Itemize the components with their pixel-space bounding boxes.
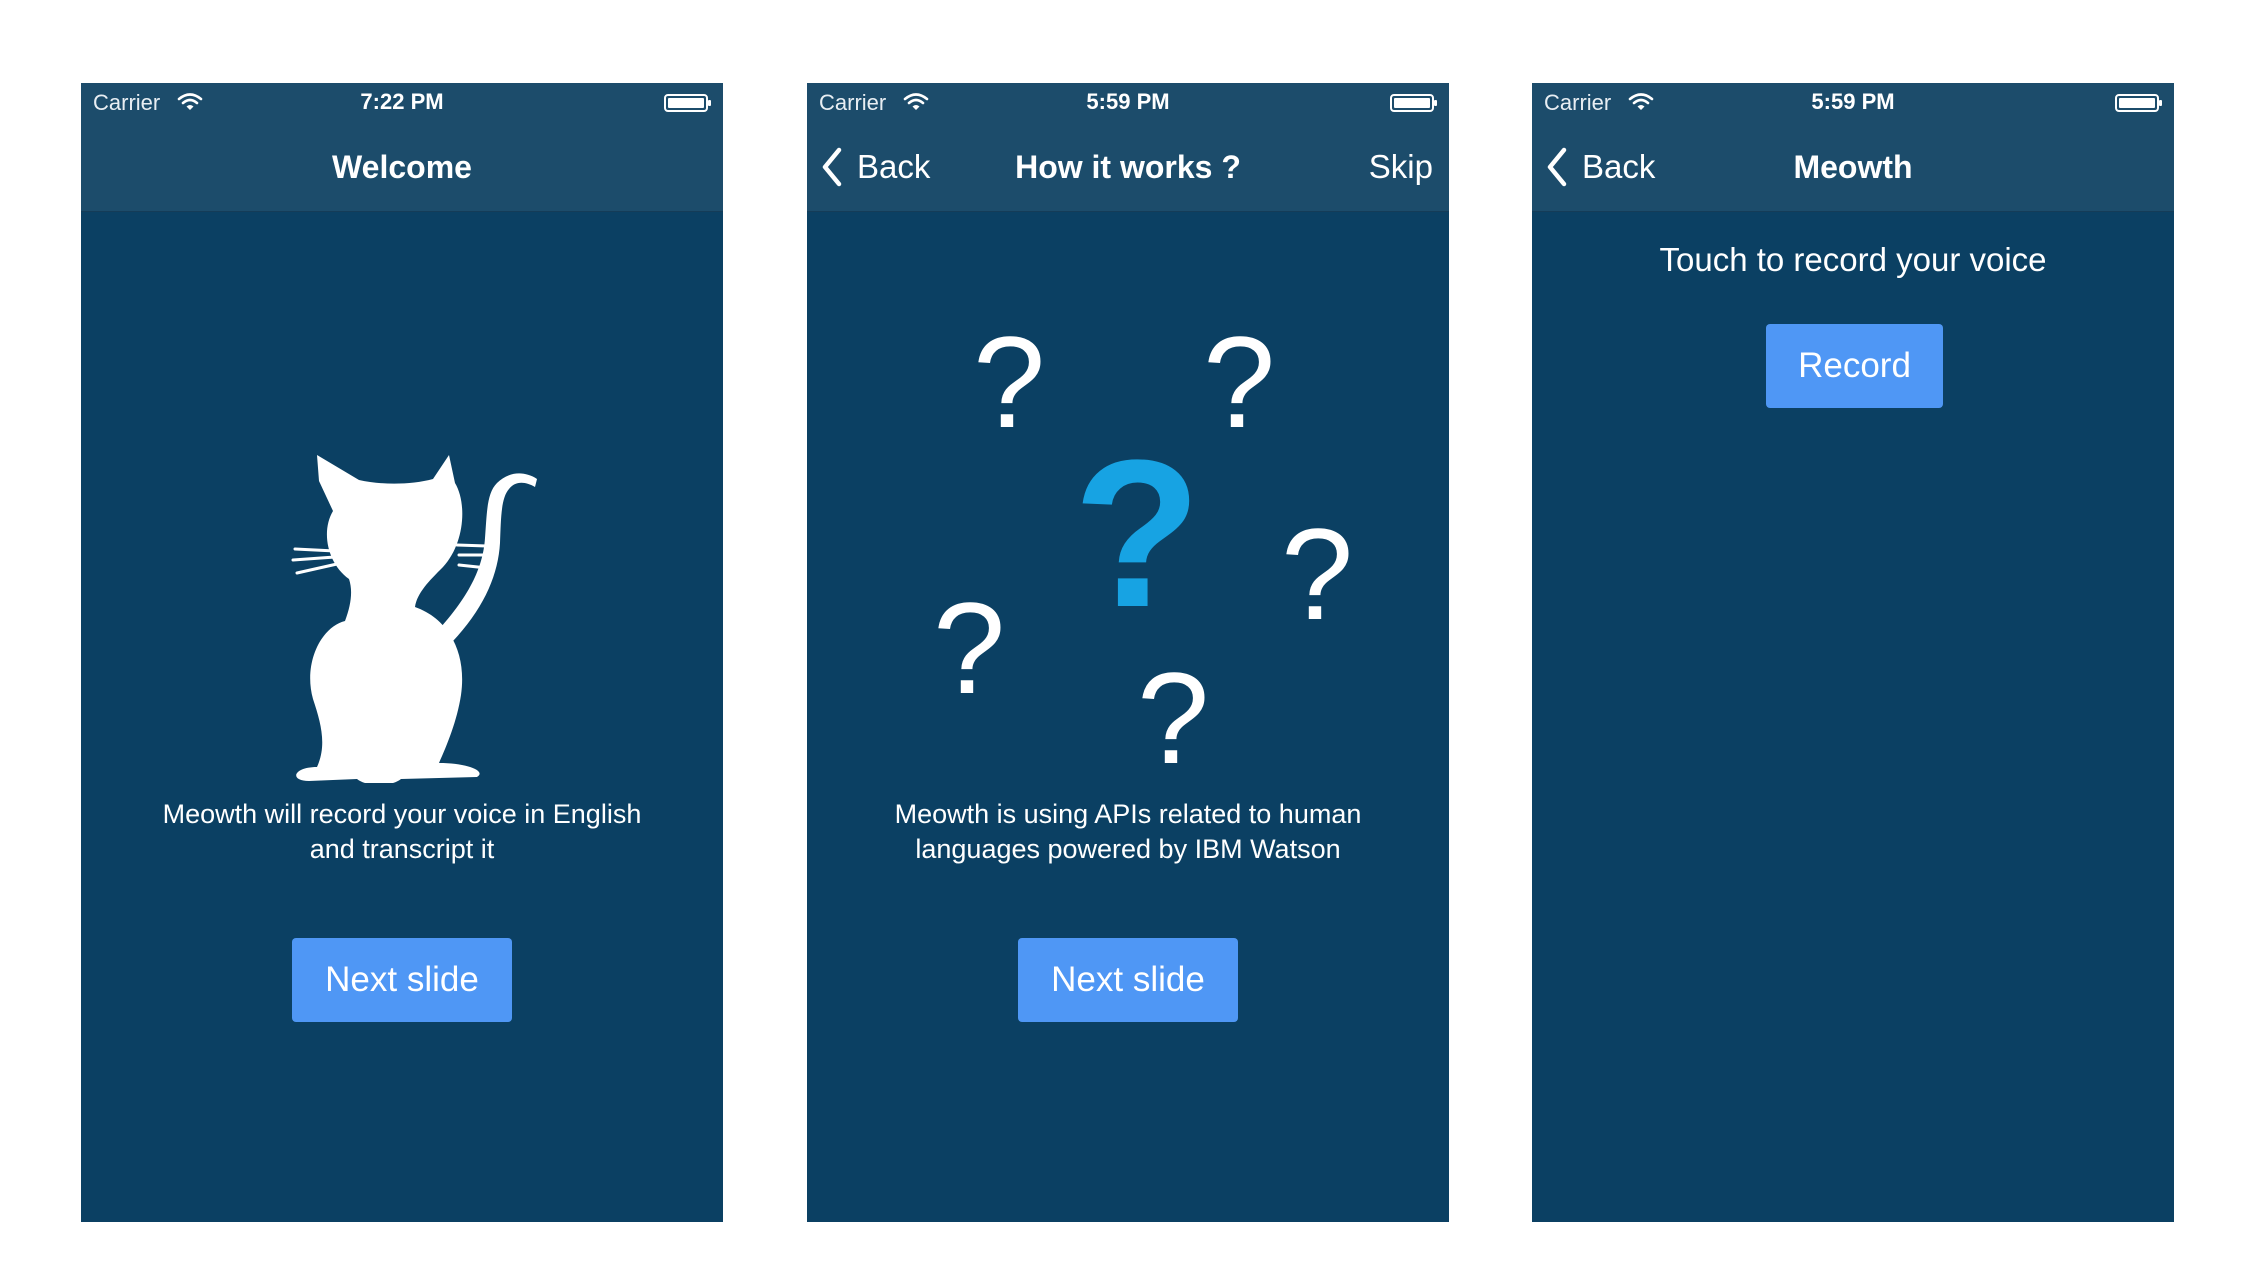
status-bar: Carrier 5:59 PM xyxy=(807,83,1449,123)
nav-title: Welcome xyxy=(332,149,472,185)
cat-icon xyxy=(291,455,537,783)
intro-description: Meowth will record your voice in English… xyxy=(121,797,683,867)
question-mark-icon: ? xyxy=(933,575,1006,721)
status-bar: Carrier 7:22 PM xyxy=(81,83,723,123)
description-line: Meowth is using APIs related to human xyxy=(894,799,1362,829)
navigation-bar: Back Meowth xyxy=(1532,123,2174,212)
description-line: Meowth will record your voice in English xyxy=(162,799,642,829)
how-it-works-description: Meowth is using APIs related to human la… xyxy=(847,797,1409,867)
description-line: languages powered by IBM Watson xyxy=(915,834,1341,864)
battery-icon xyxy=(2115,94,2162,112)
description-line: and transcript it xyxy=(309,834,495,864)
question-mark-icon: ? xyxy=(1203,309,1276,455)
status-bar: Carrier 5:59 PM xyxy=(1532,83,2174,123)
record-button[interactable]: Record xyxy=(1766,324,1943,408)
question-mark-icon: ? xyxy=(1137,645,1210,791)
question-mark-icon: ? xyxy=(1281,501,1354,647)
nav-title: Meowth xyxy=(1793,149,1913,185)
nav-title: How it works ? xyxy=(1015,149,1241,185)
question-mark-icon: ? xyxy=(973,309,1046,455)
next-slide-button[interactable]: Next slide xyxy=(292,938,512,1022)
navigation-bar: Back How it works ? Skip xyxy=(807,123,1449,212)
status-time: 5:59 PM xyxy=(1811,89,1895,114)
battery-icon xyxy=(664,94,711,112)
status-time: 7:22 PM xyxy=(360,89,444,114)
battery-icon xyxy=(1390,94,1437,112)
record-prompt: Touch to record your voice xyxy=(1659,241,2047,278)
record-screen: Carrier 5:59 PM Back Meowth Touch to rec… xyxy=(1532,83,2174,1222)
skip-button[interactable]: Skip xyxy=(1369,123,1433,211)
status-time: 5:59 PM xyxy=(1086,89,1170,114)
question-mark-icon: ? xyxy=(1073,416,1202,651)
next-slide-button[interactable]: Next slide xyxy=(1018,938,1238,1022)
welcome-screen: Carrier 7:22 PM Welcome Meowth will reco… xyxy=(81,83,723,1222)
how-it-works-screen: Carrier 5:59 PM Back How it works ? Skip… xyxy=(807,83,1449,1222)
navigation-bar: Welcome xyxy=(81,123,723,212)
